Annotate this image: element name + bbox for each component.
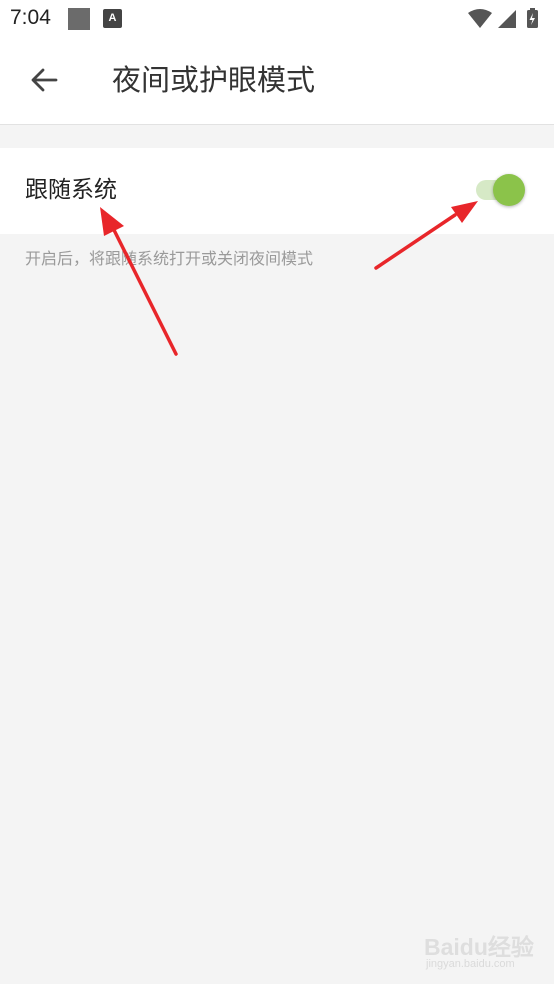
app-bar: 夜间或护眼模式 [0, 38, 554, 125]
toggle-thumb [493, 174, 525, 206]
back-button[interactable] [22, 58, 66, 102]
notification-square-icon [68, 8, 90, 30]
follow-system-toggle[interactable] [476, 174, 526, 208]
setting-description: 开启后，将跟随系统打开或关闭夜间模式 [25, 249, 314, 268]
signal-icon [498, 10, 516, 28]
follow-system-setting-row[interactable]: 跟随系统 [0, 148, 554, 234]
status-icons [466, 8, 542, 30]
arrow-left-icon [31, 68, 58, 92]
status-time: 7:04 [10, 6, 51, 29]
watermark-logo: Baidu经验 [424, 934, 534, 960]
a-badge-icon: A [103, 9, 122, 28]
battery-icon [527, 8, 538, 28]
wifi-icon [468, 9, 492, 28]
page-title: 夜间或护眼模式 [112, 63, 316, 97]
follow-system-label: 跟随系统 [25, 177, 117, 203]
status-bar: 7:04 A [0, 0, 554, 38]
watermark-url: jingyan.baidu.com [426, 958, 515, 970]
